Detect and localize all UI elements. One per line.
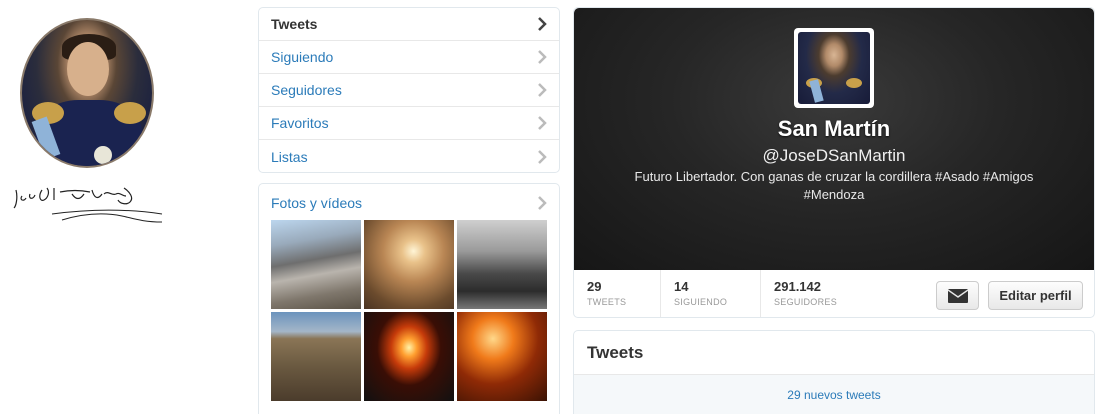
- stat-value: 291.142: [774, 279, 821, 294]
- chevron-right-icon: [538, 17, 547, 31]
- chevron-right-icon: [538, 149, 547, 164]
- profile-header: San Martín @JoseDSanMartin Futuro Libert…: [574, 8, 1094, 270]
- chevron-right-icon: [538, 116, 547, 130]
- nav-item-label: Seguidores: [271, 82, 342, 98]
- profile-bio: Futuro Libertador. Con ganas de cruzar l…: [634, 169, 1034, 202]
- edit-profile-button[interactable]: Editar perfil: [988, 281, 1083, 310]
- media-thumbnail[interactable]: [364, 220, 454, 309]
- stat-label: SEGUIDORES: [774, 297, 838, 307]
- media-thumbnail[interactable]: [457, 312, 547, 401]
- new-tweets-bar[interactable]: 29 nuevos tweets: [574, 375, 1094, 414]
- stat-followers[interactable]: 291.142 SEGUIDORES: [761, 270, 871, 317]
- stat-tweets[interactable]: 29 TWEETS: [574, 270, 661, 317]
- profile-name: San Martín: [777, 116, 891, 141]
- stat-label: SIGUIENDO: [674, 297, 728, 307]
- stat-label: TWEETS: [587, 297, 627, 307]
- media-header-link[interactable]: Fotos y vídeos: [259, 184, 559, 222]
- nav-item-tweets[interactable]: Tweets: [259, 8, 559, 41]
- media-thumbnail[interactable]: [364, 312, 454, 401]
- tweets-title: Tweets: [574, 331, 1094, 375]
- chevron-right-icon: [538, 83, 547, 97]
- signature-image: [13, 187, 163, 223]
- nav-item-label: Favoritos: [271, 115, 329, 131]
- envelope-icon: [947, 288, 968, 303]
- tweets-panel: Tweets 29 nuevos tweets: [573, 330, 1095, 414]
- stat-value: 14: [674, 279, 689, 294]
- nav-item-following[interactable]: Siguiendo: [259, 41, 559, 74]
- nav-item-label: Siguiendo: [271, 49, 334, 65]
- profile-handle: @JoseDSanMartin: [762, 146, 906, 165]
- nav-item-favorites[interactable]: Favoritos: [259, 107, 559, 140]
- media-grid: [271, 220, 549, 401]
- portrait-image: [20, 18, 154, 168]
- profile-card: San Martín @JoseDSanMartin Futuro Libert…: [573, 7, 1095, 318]
- profile-nav: Tweets Siguiendo Seguidores Favoritos Li…: [258, 7, 560, 173]
- stat-value: 29: [587, 279, 602, 294]
- media-thumbnail[interactable]: [271, 220, 361, 309]
- media-title: Fotos y vídeos: [271, 195, 363, 211]
- profile-stats: 29 TWEETS 14 SIGUIENDO 291.142 SEGUIDORE…: [574, 270, 1094, 317]
- direct-message-button[interactable]: [936, 281, 979, 310]
- nav-item-followers[interactable]: Seguidores: [259, 74, 559, 107]
- stat-following[interactable]: 14 SIGUIENDO: [661, 270, 761, 317]
- nav-item-lists[interactable]: Listas: [259, 140, 559, 173]
- chevron-right-icon: [538, 196, 547, 210]
- avatar[interactable]: [794, 28, 874, 108]
- media-thumbnail[interactable]: [271, 312, 361, 401]
- media-thumbnail[interactable]: [457, 220, 547, 309]
- media-panel: Fotos y vídeos: [258, 183, 560, 414]
- nav-item-label: Tweets: [271, 16, 318, 32]
- chevron-right-icon: [538, 50, 547, 64]
- nav-item-label: Listas: [271, 148, 308, 165]
